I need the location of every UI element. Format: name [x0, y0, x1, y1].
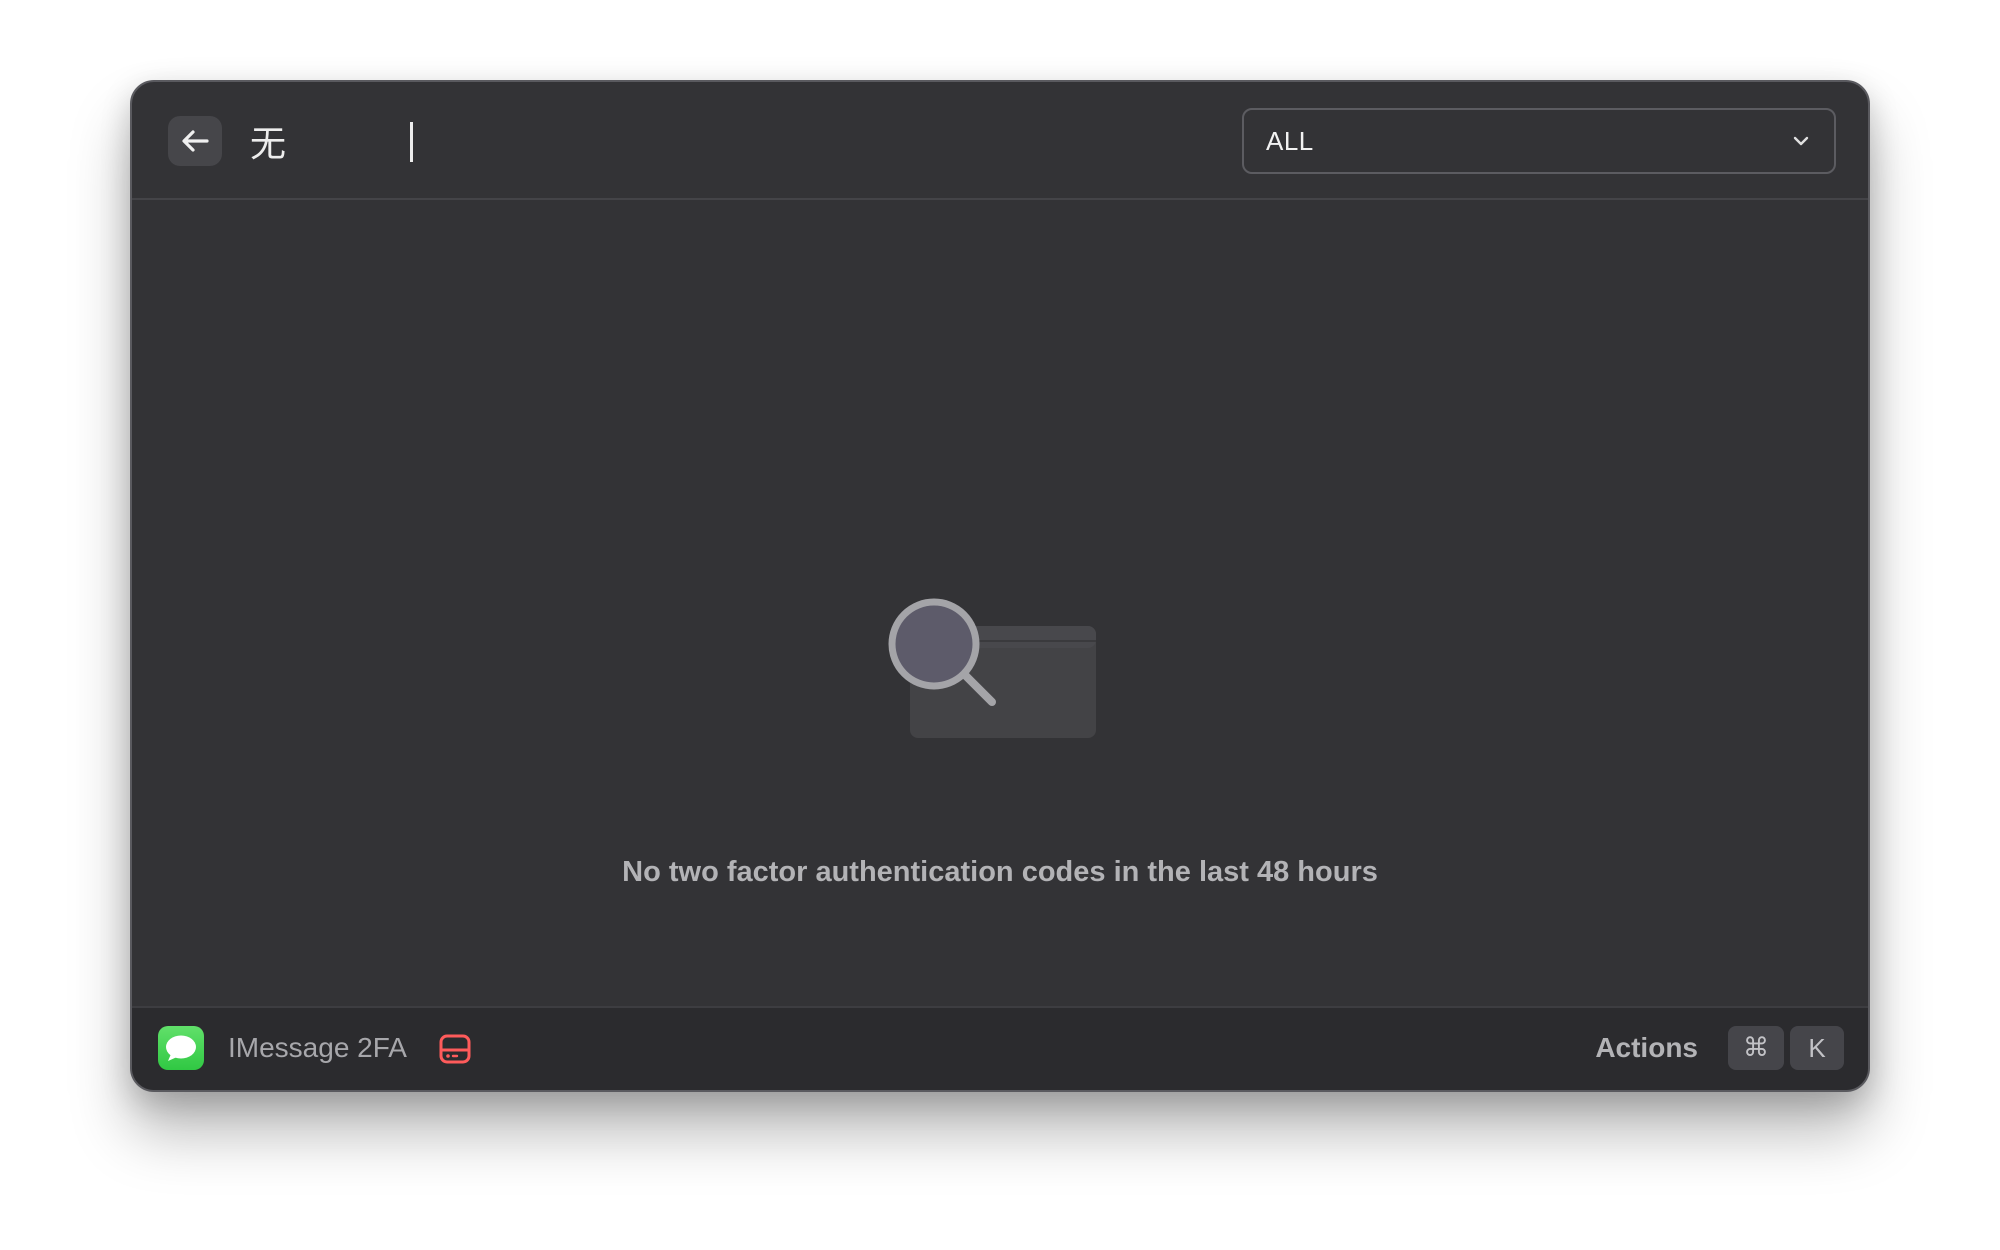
text-caret: [410, 122, 413, 162]
chevron-down-icon: [1793, 136, 1809, 146]
command-key: ⌘: [1728, 1026, 1784, 1070]
extension-title: IMessage 2FA: [228, 1032, 407, 1063]
actions-button[interactable]: Actions: [1595, 1032, 1698, 1064]
search-bar: ALL: [132, 82, 1868, 200]
search-input[interactable]: [242, 110, 1250, 172]
arrow-left-icon: [182, 130, 209, 152]
action-bar: IMessage 2FA Actions ⌘ K: [132, 1006, 1868, 1090]
k-key: K: [1790, 1026, 1844, 1070]
hard-drive-icon: [439, 1034, 471, 1064]
empty-state-message: No two factor authentication codes in th…: [622, 856, 1378, 888]
raycast-window: ALL No two factor authentication codes i…: [130, 80, 1870, 1092]
messages-icon: [158, 1026, 204, 1070]
filter-selected-value: ALL: [1266, 126, 1314, 156]
back-button[interactable]: [168, 116, 222, 166]
empty-state: No two factor authentication codes in th…: [132, 200, 1868, 1010]
filter-dropdown[interactable]: ALL: [1242, 108, 1836, 174]
magnifier-over-window-icon: [888, 598, 1096, 738]
